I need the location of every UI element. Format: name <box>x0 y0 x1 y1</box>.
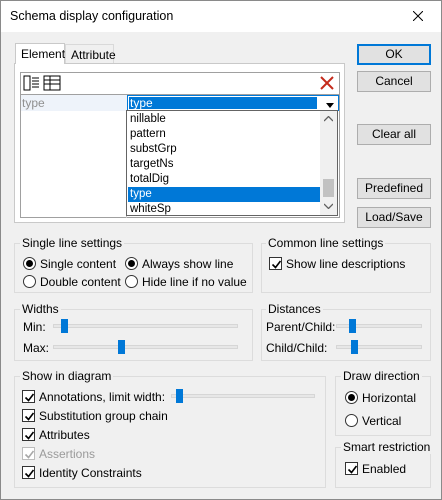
dropdown-scrollbar[interactable] <box>320 111 337 215</box>
chevron-down-icon <box>326 103 334 108</box>
attributes-checkbox[interactable] <box>22 428 35 441</box>
dialog-window: Schema display configuration Element Att… <box>0 0 442 500</box>
single-line-settings-title: Single line settings <box>20 236 125 250</box>
smart-restriction-title: Smart restriction <box>341 440 433 454</box>
close-icon <box>412 10 424 22</box>
checkmark-icon <box>24 412 35 421</box>
list-item[interactable]: pattern <box>128 127 320 142</box>
smart-restriction-enabled-checkbox[interactable] <box>345 462 358 475</box>
value-combobox[interactable]: type <box>127 95 339 111</box>
child-child-slider-thumb[interactable] <box>351 340 358 354</box>
annotations-width-slider-track[interactable] <box>171 394 315 398</box>
checkmark-icon <box>24 450 35 459</box>
identity-constraints-label[interactable]: Identity Constraints <box>39 466 142 480</box>
grid-toolbar <box>21 73 339 95</box>
substitution-group-checkbox[interactable] <box>22 409 35 422</box>
child-child-label: Child/Child: <box>266 341 328 355</box>
list-item[interactable]: targetNs <box>128 157 320 172</box>
annotations-width-slider-thumb[interactable] <box>176 389 183 403</box>
combobox-value: type <box>129 97 317 109</box>
tab-attribute-label: Attribute <box>71 48 116 62</box>
min-width-label: Min: <box>23 320 46 334</box>
show-in-diagram-title: Show in diagram <box>20 369 114 383</box>
vertical-label[interactable]: Vertical <box>362 414 401 428</box>
show-line-descriptions-label[interactable]: Show line descriptions <box>286 257 405 271</box>
delete-icon <box>320 76 334 90</box>
common-line-settings-title: Common line settings <box>266 236 386 250</box>
checkmark-icon <box>24 469 35 478</box>
single-content-label[interactable]: Single content <box>40 257 116 271</box>
list-item-selected[interactable]: type <box>128 187 320 202</box>
annotations-label[interactable]: Annotations, limit width: <box>39 390 165 404</box>
predefined-button[interactable]: Predefined <box>357 178 431 199</box>
hide-line-radio[interactable] <box>125 275 138 288</box>
insert-line-icon <box>43 75 61 91</box>
title-bar[interactable]: Schema display configuration <box>1 1 441 32</box>
tab-element-label: Element <box>21 47 66 61</box>
show-line-descriptions-checkbox[interactable] <box>269 257 282 270</box>
scroll-down-icon[interactable] <box>324 203 333 209</box>
scroll-up-icon[interactable] <box>324 116 333 122</box>
checkmark-icon <box>271 260 282 269</box>
always-show-line-radio[interactable] <box>125 257 138 270</box>
checkmark-icon <box>24 431 35 440</box>
min-width-slider-track[interactable] <box>53 324 238 328</box>
clear-all-button[interactable]: Clear all <box>357 124 431 145</box>
parent-child-label: Parent/Child: <box>266 320 336 334</box>
value-dropdown-list[interactable]: nillable pattern substGrp targetNs total… <box>126 110 338 216</box>
list-item[interactable]: whiteSp <box>128 202 320 215</box>
window-title: Schema display configuration <box>10 9 174 23</box>
smart-restriction-enabled-label[interactable]: Enabled <box>362 462 406 476</box>
ok-button[interactable]: OK <box>357 44 431 65</box>
widths-group <box>14 309 253 361</box>
annotations-checkbox[interactable] <box>22 390 35 403</box>
child-child-slider-track[interactable] <box>336 345 422 349</box>
attributes-label[interactable]: Attributes <box>39 428 90 442</box>
list-item[interactable]: totalDig <box>128 172 320 187</box>
parent-child-slider-thumb[interactable] <box>349 319 356 333</box>
widths-title: Widths <box>20 302 61 316</box>
grid-row[interactable]: type type <box>21 95 339 111</box>
row-name-cell: type <box>21 95 127 111</box>
max-width-slider-track[interactable] <box>53 345 238 349</box>
max-width-slider-thumb[interactable] <box>118 340 125 354</box>
min-width-slider-thumb[interactable] <box>61 319 68 333</box>
load-save-button[interactable]: Load/Save <box>357 207 431 228</box>
double-content-label[interactable]: Double content <box>40 275 121 289</box>
list-item[interactable]: substGrp <box>128 142 320 157</box>
draw-direction-title: Draw direction <box>341 369 422 383</box>
tab-element[interactable]: Element <box>15 43 65 64</box>
scrollbar-thumb[interactable] <box>323 179 334 197</box>
double-content-radio[interactable] <box>23 275 36 288</box>
combobox-arrow[interactable] <box>323 97 337 109</box>
max-width-label: Max: <box>23 341 50 355</box>
hide-line-label[interactable]: Hide line if no value <box>142 275 247 289</box>
row-value-cell[interactable]: type <box>127 95 339 111</box>
insert-line-button[interactable] <box>43 74 63 94</box>
identity-constraints-checkbox[interactable] <box>22 466 35 479</box>
checkmark-icon <box>347 465 358 474</box>
append-line-button[interactable] <box>23 74 43 94</box>
horizontal-radio[interactable] <box>345 391 358 404</box>
assertions-label: Assertions <box>39 447 96 461</box>
tab-attribute[interactable]: Attribute <box>65 44 116 64</box>
always-show-line-label[interactable]: Always show line <box>142 257 233 271</box>
delete-line-button[interactable] <box>318 74 338 94</box>
assertions-checkbox <box>22 447 35 460</box>
vertical-radio[interactable] <box>345 414 358 427</box>
list-item[interactable]: nillable <box>128 112 320 127</box>
horizontal-label[interactable]: Horizontal <box>362 391 416 405</box>
cancel-button[interactable]: Cancel <box>357 71 431 92</box>
single-content-radio[interactable] <box>23 257 36 270</box>
checkmark-icon <box>24 393 35 402</box>
close-button[interactable] <box>395 1 441 32</box>
substitution-group-label[interactable]: Substitution group chain <box>39 409 168 423</box>
distances-title: Distances <box>266 302 323 316</box>
append-line-icon <box>23 75 39 91</box>
